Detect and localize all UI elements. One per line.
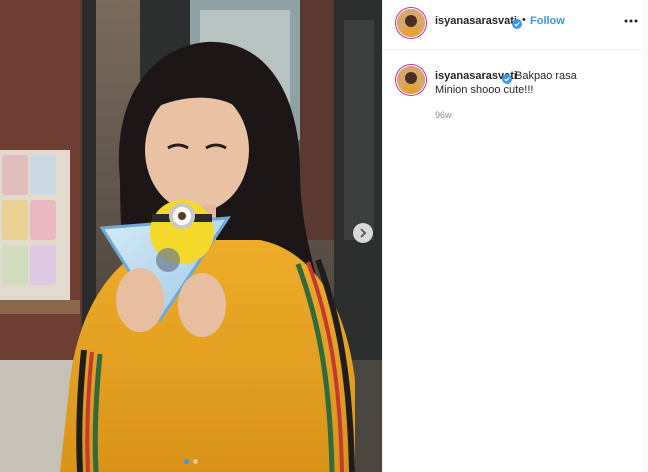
photo-scene xyxy=(0,0,382,472)
username-link[interactable]: isyanasarasvati xyxy=(435,15,517,27)
carousel-dot-1 xyxy=(184,459,189,464)
post-photo[interactable] xyxy=(0,0,382,472)
carousel-dot-2 xyxy=(193,459,198,464)
post-header: isyanasarasvati • Follow xyxy=(383,0,648,50)
post-side-panel: isyanasarasvati • Follow isyanasarasvati xyxy=(382,0,648,472)
more-options-icon[interactable] xyxy=(623,13,639,29)
caption-avatar[interactable] xyxy=(397,66,425,94)
avatar[interactable] xyxy=(397,9,425,37)
verified-badge xyxy=(509,15,522,33)
caption-text-line-1: Bakpao rasa xyxy=(515,70,577,82)
post-timestamp[interactable]: 96w xyxy=(435,110,452,120)
next-slide-button[interactable] xyxy=(353,223,373,243)
header-separator: • xyxy=(522,14,526,26)
caption-text-line-2: Minion shooo cute!!! xyxy=(435,84,534,96)
chevron-right-icon xyxy=(360,228,367,238)
carousel-indicator xyxy=(0,459,382,464)
verified-badge-icon xyxy=(502,74,512,84)
window-edge xyxy=(642,0,648,472)
follow-button[interactable]: Follow xyxy=(530,15,565,27)
verified-badge-icon xyxy=(512,19,522,29)
